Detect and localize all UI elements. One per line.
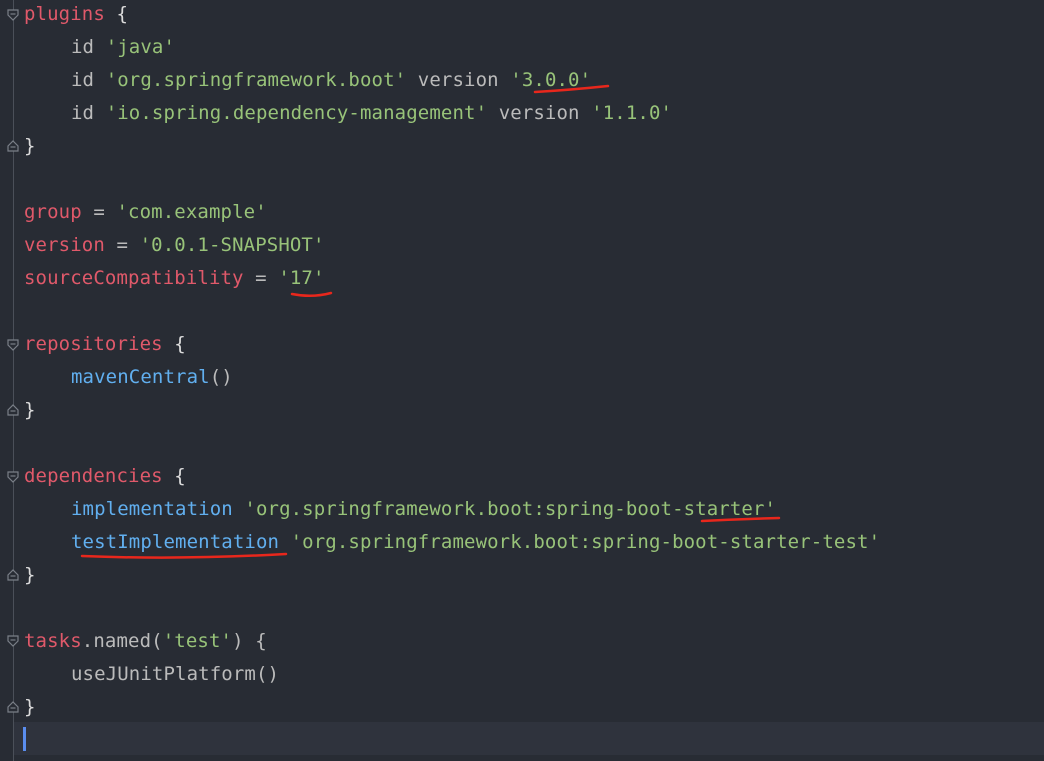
fold-end-icon[interactable] (6, 403, 20, 417)
java-string: 'java' (105, 36, 176, 58)
fold-collapse-icon[interactable] (6, 470, 20, 484)
code-line[interactable]: } (24, 559, 36, 592)
code-line[interactable]: group = 'com.example' (24, 196, 267, 229)
fold-collapse-icon[interactable] (6, 634, 20, 648)
code-line[interactable]: } (24, 394, 36, 427)
parentheses: () (209, 366, 233, 388)
group-string: 'com.example' (116, 201, 267, 223)
repositories-keyword: repositories (24, 333, 163, 355)
code-line[interactable]: id 'org.springframework.boot' version '3… (24, 64, 591, 97)
code-line[interactable]: } (24, 691, 36, 724)
open-brace: { (162, 465, 186, 487)
tasks-keyword: tasks (24, 630, 82, 652)
version-keyword: version (487, 102, 592, 124)
group-keyword: group (24, 201, 82, 223)
code-line[interactable]: implementation 'org.springframework.boot… (24, 493, 776, 526)
maven-central-call: mavenCentral (71, 366, 210, 388)
fold-end-icon[interactable] (6, 700, 20, 714)
code-editor[interactable]: plugins { id 'java' id 'org.springframew… (0, 0, 1044, 761)
use-junit-platform-call: useJUnitPlatform() (71, 663, 280, 685)
plugins-keyword: plugins (24, 3, 105, 25)
id-keyword: id (71, 102, 106, 124)
version-keyword: version (406, 69, 511, 91)
id-keyword: id (71, 69, 106, 91)
open-brace: { (162, 333, 186, 355)
code-line[interactable]: version = '0.0.1-SNAPSHOT' (24, 229, 325, 262)
code-line[interactable]: mavenCentral() (24, 361, 233, 394)
spring-boot-plugin-string: 'org.springframework.boot' (105, 69, 407, 91)
text-caret (23, 727, 26, 751)
equals-operator: = (104, 234, 140, 256)
close-brace: } (24, 399, 36, 421)
dependency-management-version-string: '1.1.0' (591, 102, 673, 124)
code-line[interactable]: tasks.named('test') { (24, 625, 267, 658)
source-compatibility-string: '17' (278, 267, 325, 289)
id-keyword: id (71, 36, 106, 58)
spring-boot-starter-test-string: 'org.springframework.boot:spring-boot-st… (279, 531, 881, 553)
code-line[interactable]: plugins { (24, 0, 128, 31)
fold-end-icon[interactable] (6, 139, 20, 153)
close-brace: } (24, 135, 36, 157)
editor-gutter (0, 0, 22, 761)
dependency-management-plugin-string: 'io.spring.dependency-management' (105, 102, 488, 124)
code-line[interactable]: sourceCompatibility = '17' (24, 262, 325, 295)
close-brace: } (24, 564, 36, 586)
code-line[interactable]: useJUnitPlatform() (24, 658, 279, 691)
spring-boot-starter-string: 'org.springframework.boot:spring-boot-st… (232, 498, 777, 520)
code-line[interactable]: testImplementation 'org.springframework.… (24, 526, 880, 559)
version-variable: version (24, 234, 105, 256)
implementation-call: implementation (71, 498, 233, 520)
named-call: .named( (81, 630, 163, 652)
equals-operator: = (243, 267, 279, 289)
equals-operator: = (81, 201, 117, 223)
fold-end-icon[interactable] (6, 568, 20, 582)
open-brace: { (104, 3, 129, 25)
code-line[interactable]: } (24, 130, 36, 163)
spring-boot-version-string: '3.0.0' (510, 69, 592, 91)
code-line[interactable]: repositories { (24, 328, 186, 361)
test-implementation-call: testImplementation (71, 531, 280, 553)
dependencies-keyword: dependencies (24, 465, 163, 487)
current-line-highlight (14, 722, 1044, 755)
fold-collapse-icon[interactable] (6, 338, 20, 352)
code-line[interactable]: dependencies { (24, 460, 186, 493)
code-line[interactable]: id 'io.spring.dependency-management' ver… (24, 97, 672, 130)
named-call-close: ) { (232, 630, 267, 652)
test-string: 'test' (162, 630, 233, 652)
version-string: '0.0.1-SNAPSHOT' (139, 234, 325, 256)
code-line[interactable]: id 'java' (24, 31, 175, 64)
fold-collapse-icon[interactable] (6, 8, 20, 22)
source-compatibility-keyword: sourceCompatibility (24, 267, 244, 289)
close-brace: } (24, 696, 36, 718)
